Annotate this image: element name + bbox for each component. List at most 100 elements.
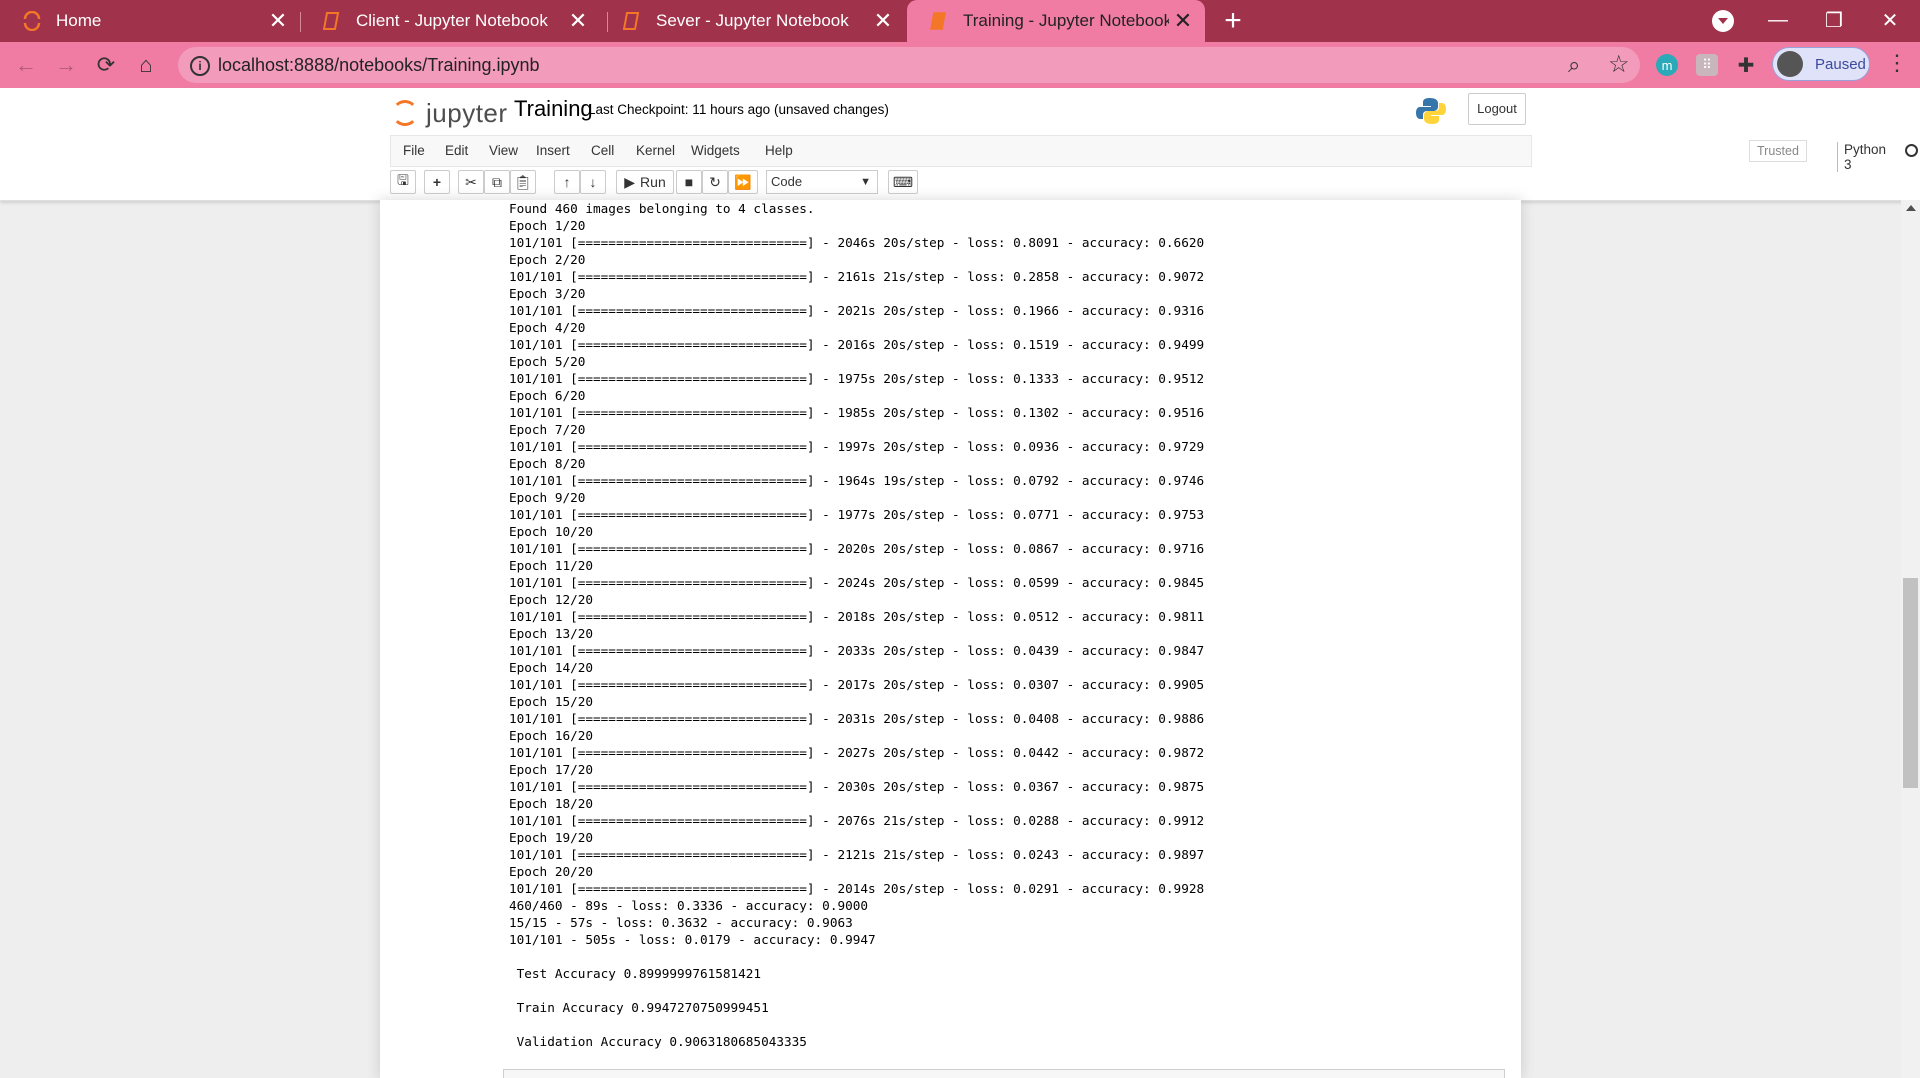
restart-icon[interactable]: ↻ bbox=[702, 170, 728, 194]
output-line: Epoch 20/20 bbox=[509, 864, 594, 879]
output-line: 101/101 [==============================]… bbox=[509, 677, 1205, 692]
address-bar[interactable]: i localhost:8888/notebooks/Training.ipyn… bbox=[178, 47, 1640, 83]
output-line: 101/101 [==============================]… bbox=[509, 881, 1205, 896]
output-line: Epoch 13/20 bbox=[509, 626, 594, 641]
notebook-name[interactable]: Training bbox=[514, 96, 593, 122]
output-line: Epoch 10/20 bbox=[509, 524, 594, 539]
output-line: Epoch 2/20 bbox=[509, 252, 586, 267]
output-line: Epoch 4/20 bbox=[509, 320, 586, 335]
info-icon[interactable]: i bbox=[190, 56, 210, 76]
menu-insert[interactable]: Insert bbox=[536, 143, 570, 158]
copy-icon[interactable]: ⧉ bbox=[484, 170, 510, 194]
tab-title: Training - Jupyter Notebook bbox=[963, 11, 1169, 30]
jupyter-logo[interactable]: jupyter bbox=[392, 96, 508, 130]
stop-icon[interactable]: ■ bbox=[676, 170, 702, 194]
url-text: localhost:8888/notebooks/Training.ipynb bbox=[218, 55, 540, 75]
logo-text: jupyter bbox=[426, 97, 508, 128]
tab-strip: Home ✕ Client - Jupyter Notebook ✕ Sever… bbox=[0, 0, 1920, 42]
output-line: 101/101 [==============================]… bbox=[509, 847, 1205, 862]
menu-help[interactable]: Help bbox=[765, 143, 793, 158]
paste-icon[interactable]: 📋︎ bbox=[510, 170, 536, 194]
tab-title: Home bbox=[56, 11, 102, 30]
minimize-icon[interactable]: — bbox=[1748, 0, 1808, 40]
m-extension-icon[interactable]: m bbox=[1656, 54, 1678, 76]
run-button[interactable]: ▶ Run bbox=[616, 170, 674, 194]
zoom-icon[interactable]: ⌕ bbox=[1568, 52, 1580, 78]
output-line: 101/101 [==============================]… bbox=[509, 235, 1205, 250]
add-cell-icon[interactable]: + bbox=[424, 170, 450, 194]
save-icon[interactable]: 🖫 bbox=[390, 170, 416, 194]
output-line: 101/101 [==============================]… bbox=[509, 609, 1205, 624]
menu-view[interactable]: View bbox=[489, 143, 518, 158]
output-line: Epoch 16/20 bbox=[509, 728, 594, 743]
cut-icon[interactable]: ✂ bbox=[458, 170, 484, 194]
move-down-icon[interactable]: ↓ bbox=[580, 170, 606, 194]
back-icon[interactable]: ← bbox=[10, 49, 42, 81]
next-cell[interactable] bbox=[503, 1069, 1505, 1078]
notebook-container: Found 460 images belonging to 4 classes.… bbox=[380, 200, 1521, 1078]
output-line: Epoch 17/20 bbox=[509, 762, 594, 777]
tab-search-icon[interactable] bbox=[1712, 10, 1734, 32]
output-line: 101/101 [==============================]… bbox=[509, 745, 1205, 760]
puzzle-icon[interactable]: ✚ bbox=[1735, 54, 1757, 77]
move-up-icon[interactable]: ↑ bbox=[554, 170, 580, 194]
forward-icon[interactable]: → bbox=[50, 49, 82, 81]
tab-title: Client - Jupyter Notebook bbox=[356, 11, 548, 30]
output-line: 101/101 [==============================]… bbox=[509, 303, 1205, 318]
window-close-icon[interactable]: ✕ bbox=[1860, 0, 1920, 40]
trusted-badge[interactable]: Trusted bbox=[1749, 140, 1807, 162]
jupyter-icon bbox=[22, 11, 42, 31]
output-line: Epoch 5/20 bbox=[509, 354, 586, 369]
close-icon[interactable]: ✕ bbox=[264, 7, 292, 35]
close-icon[interactable]: ✕ bbox=[869, 7, 897, 35]
notebook-icon bbox=[622, 11, 642, 31]
logout-button[interactable]: Logout bbox=[1468, 93, 1526, 125]
tab-sever[interactable]: Sever - Jupyter Notebook ✕ bbox=[600, 0, 905, 42]
new-tab-icon[interactable]: + bbox=[1218, 6, 1248, 36]
menu-file[interactable]: File bbox=[403, 143, 425, 158]
restore-icon[interactable]: ❐ bbox=[1804, 0, 1864, 40]
menu-bar: File Edit View Insert Cell Kernel Widget… bbox=[390, 135, 1918, 172]
kernel-name[interactable]: Python 3 bbox=[1837, 142, 1886, 172]
output-line: Epoch 19/20 bbox=[509, 830, 594, 845]
output-line: 101/101 [==============================]… bbox=[509, 779, 1205, 794]
output-line: 101/101 [==============================]… bbox=[509, 337, 1205, 352]
scrollbar-thumb[interactable] bbox=[1903, 578, 1918, 788]
cell-type-select[interactable]: Code ▼ bbox=[766, 170, 878, 194]
output-line: 101/101 [==============================]… bbox=[509, 507, 1205, 522]
output-line: 101/101 [==============================]… bbox=[509, 371, 1205, 386]
profile-button[interactable]: Paused bbox=[1772, 47, 1870, 81]
tab-home[interactable]: Home ✕ bbox=[0, 0, 300, 42]
restart-run-all-icon[interactable]: ⏩ bbox=[728, 170, 758, 194]
home-icon[interactable]: ⌂ bbox=[130, 49, 162, 81]
bookmark-star-icon[interactable]: ☆ bbox=[1608, 50, 1630, 79]
output-line: 15/15 - 57s - loss: 0.3632 - accuracy: 0… bbox=[509, 915, 853, 930]
keyboard-icon[interactable]: ⌨ bbox=[888, 170, 918, 194]
output-line: 460/460 - 89s - loss: 0.3336 - accuracy:… bbox=[509, 898, 869, 913]
menu-cell[interactable]: Cell bbox=[591, 143, 614, 158]
menu-widgets[interactable]: Widgets bbox=[691, 143, 740, 158]
close-icon[interactable]: ✕ bbox=[564, 7, 592, 35]
grid-extension-icon[interactable]: ⠿ bbox=[1696, 54, 1718, 76]
output-line: 101/101 [==============================]… bbox=[509, 711, 1205, 726]
scroll-up-icon[interactable] bbox=[1906, 205, 1916, 211]
python-icon bbox=[1416, 98, 1446, 124]
avatar bbox=[1777, 51, 1803, 77]
output-line: 101/101 - 505s - loss: 0.0179 - accuracy… bbox=[509, 932, 876, 947]
close-icon[interactable]: ✕ bbox=[1169, 7, 1197, 35]
menu-kebab-icon[interactable]: ⋮ bbox=[1886, 50, 1908, 76]
menu-kernel[interactable]: Kernel bbox=[636, 143, 675, 158]
tab-client[interactable]: Client - Jupyter Notebook ✕ bbox=[300, 0, 600, 42]
reload-icon[interactable]: ⟳ bbox=[90, 49, 122, 81]
output-line: Validation Accuracy 0.9063180685043335 bbox=[509, 1034, 807, 1049]
tab-training[interactable]: Training - Jupyter Notebook ✕ bbox=[907, 0, 1205, 42]
profile-status: Paused bbox=[1815, 56, 1866, 73]
output-line: Epoch 12/20 bbox=[509, 592, 594, 607]
menu-edit[interactable]: Edit bbox=[445, 143, 468, 158]
output-line: 101/101 [==============================]… bbox=[509, 575, 1205, 590]
output-line: Epoch 18/20 bbox=[509, 796, 594, 811]
jupyter-header: jupyter Training Last Checkpoint: 11 hou… bbox=[0, 88, 1920, 201]
